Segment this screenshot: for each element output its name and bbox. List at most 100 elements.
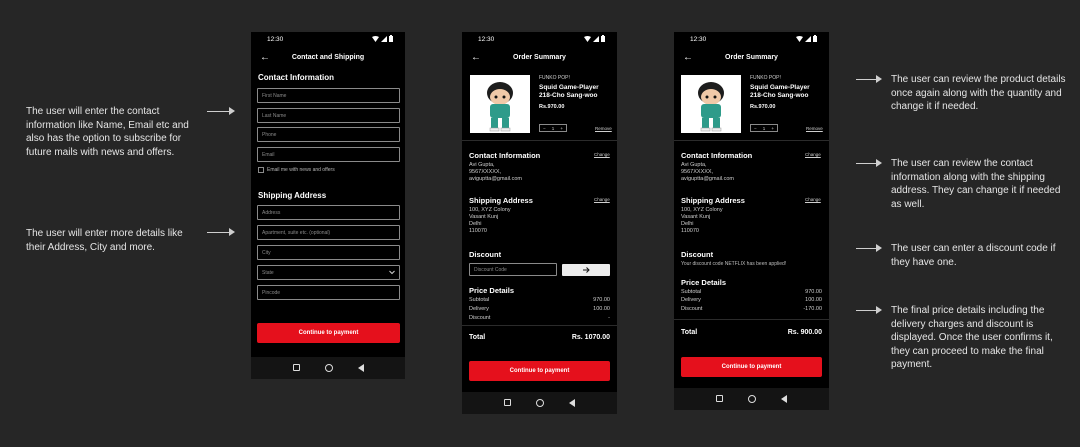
status-bar: 12:30 (462, 32, 617, 46)
city-placeholder: City (262, 249, 271, 256)
continue-to-payment-button[interactable]: Continue to payment (257, 323, 400, 343)
phone-field[interactable]: Phone (257, 127, 400, 142)
change-contact-link[interactable]: Change (594, 152, 610, 157)
continue-to-payment-button[interactable]: Continue to payment (469, 361, 610, 381)
pincode-field[interactable]: Pincode (257, 285, 400, 300)
discount-heading: Discount (681, 250, 714, 259)
divider (674, 140, 829, 141)
discount-row: Discount -170.00 (681, 306, 822, 312)
annotation-arrow (207, 107, 235, 115)
phone-contact-shipping: 12:30 ← Contact and Shipping Contact Inf… (251, 32, 405, 379)
nav-square-icon[interactable] (716, 395, 723, 402)
first-name-placeholder: First Name (262, 92, 287, 99)
change-shipping-link[interactable]: Change (805, 197, 821, 202)
nav-triangle-icon[interactable] (569, 399, 575, 407)
contact-name: Avi Gupta, (681, 162, 707, 168)
wifi-icon (796, 35, 803, 42)
delivery-label: Delivery (681, 297, 701, 303)
annotation-arrow (856, 244, 882, 252)
nav-square-icon[interactable] (293, 364, 300, 371)
qty-minus[interactable]: − (543, 126, 546, 131)
product-name-line-1: Squid Game-Player (539, 84, 599, 91)
discount-heading: Discount (469, 250, 502, 259)
delivery-label: Delivery (469, 306, 489, 312)
contact-phone: 9567XXXXX, (469, 169, 502, 175)
total-row: Total Rs. 1070.00 (469, 334, 610, 341)
qty-minus[interactable]: − (754, 126, 757, 131)
nav-triangle-icon[interactable] (358, 364, 364, 372)
address-line-4: 110070 (681, 228, 699, 234)
nav-circle-icon[interactable] (748, 395, 756, 403)
subtotal-row: Subtotal 970.00 (681, 289, 822, 295)
change-contact-link[interactable]: Change (805, 152, 821, 157)
apartment-placeholder: Apartment, suite etc. (optional) (262, 229, 331, 236)
continue-to-payment-button[interactable]: Continue to payment (681, 357, 822, 377)
total-label: Total (469, 334, 486, 341)
battery-icon (389, 35, 393, 42)
contact-heading: Contact Information (258, 73, 334, 82)
discount-label: Discount (469, 315, 491, 321)
signal-icon (805, 35, 811, 42)
page-title: Order Summary (725, 54, 778, 61)
total-row: Total Rs. 900.00 (681, 329, 822, 336)
address-field[interactable]: Address (257, 205, 400, 220)
discount-row: Discount - (469, 315, 610, 321)
signal-icon (381, 35, 387, 42)
nav-triangle-icon[interactable] (781, 395, 787, 403)
last-name-field[interactable]: Last Name (257, 108, 400, 123)
annotation-arrow (856, 306, 882, 314)
discount-value: -170.00 (803, 306, 822, 312)
annotation-arrow (856, 75, 882, 83)
city-field[interactable]: City (257, 245, 400, 260)
subscribe-checkbox[interactable] (258, 167, 264, 173)
address-line-1: 100, XYZ Colony (681, 207, 723, 213)
total-label: Total (681, 329, 698, 336)
nav-circle-icon[interactable] (536, 399, 544, 407)
app-bar: ← Order Summary (674, 46, 829, 72)
wifi-icon (372, 35, 379, 42)
apply-discount-button[interactable] (562, 264, 610, 276)
subtotal-label: Subtotal (469, 297, 490, 303)
quantity-stepper[interactable]: − 1 + (750, 124, 778, 132)
battery-icon (601, 35, 605, 42)
change-shipping-link[interactable]: Change (594, 197, 610, 202)
remove-link[interactable]: Remove (806, 126, 823, 131)
product-price: Rs.970.00 (750, 104, 776, 110)
address-line-3: Delhi (469, 221, 482, 227)
contact-email: aviguptta@gmail.com (469, 176, 522, 182)
discount-code-field[interactable]: Discount Code (469, 263, 557, 276)
discount-code-placeholder: Discount Code (474, 267, 507, 273)
page-title: Order Summary (513, 54, 566, 61)
phone-placeholder: Phone (262, 131, 277, 138)
quantity-stepper[interactable]: − 1 + (539, 124, 567, 132)
state-placeholder: State (262, 269, 274, 276)
qty-value: 1 (762, 125, 766, 131)
battery-icon (813, 35, 817, 42)
remove-link[interactable]: Remove (595, 126, 612, 131)
contact-heading: Contact Information (681, 151, 753, 160)
annotation-arrow (856, 159, 882, 167)
nav-circle-icon[interactable] (325, 364, 333, 372)
qty-plus[interactable]: + (560, 126, 563, 131)
contact-details: Avi Gupta, 9567XXXXX, aviguptta@gmail.co… (469, 162, 522, 183)
product-name-line-2: 218-Cho Sang-woo (539, 92, 598, 99)
discount-label: Discount (681, 306, 703, 312)
product-image (681, 75, 741, 133)
nav-square-icon[interactable] (504, 399, 511, 406)
email-field[interactable]: Email (257, 147, 400, 162)
qty-plus[interactable]: + (771, 126, 774, 131)
first-name-field[interactable]: First Name (257, 88, 400, 103)
divider (462, 325, 617, 326)
apartment-field[interactable]: Apartment, suite etc. (optional) (257, 225, 400, 240)
page-title: Contact and Shipping (291, 54, 365, 61)
subtotal-row: Subtotal 970.00 (469, 297, 610, 303)
shipping-heading: Shipping Address (469, 196, 533, 205)
product-brand: FUNKO POP! (750, 75, 781, 81)
chevron-down-icon (389, 270, 395, 275)
qty-value: 1 (551, 125, 555, 131)
email-placeholder: Email (262, 151, 275, 158)
shipping-heading: Shipping Address (681, 196, 745, 205)
discount-value: - (608, 315, 610, 321)
state-select[interactable]: State (257, 265, 400, 280)
status-time: 12:30 (478, 36, 495, 43)
